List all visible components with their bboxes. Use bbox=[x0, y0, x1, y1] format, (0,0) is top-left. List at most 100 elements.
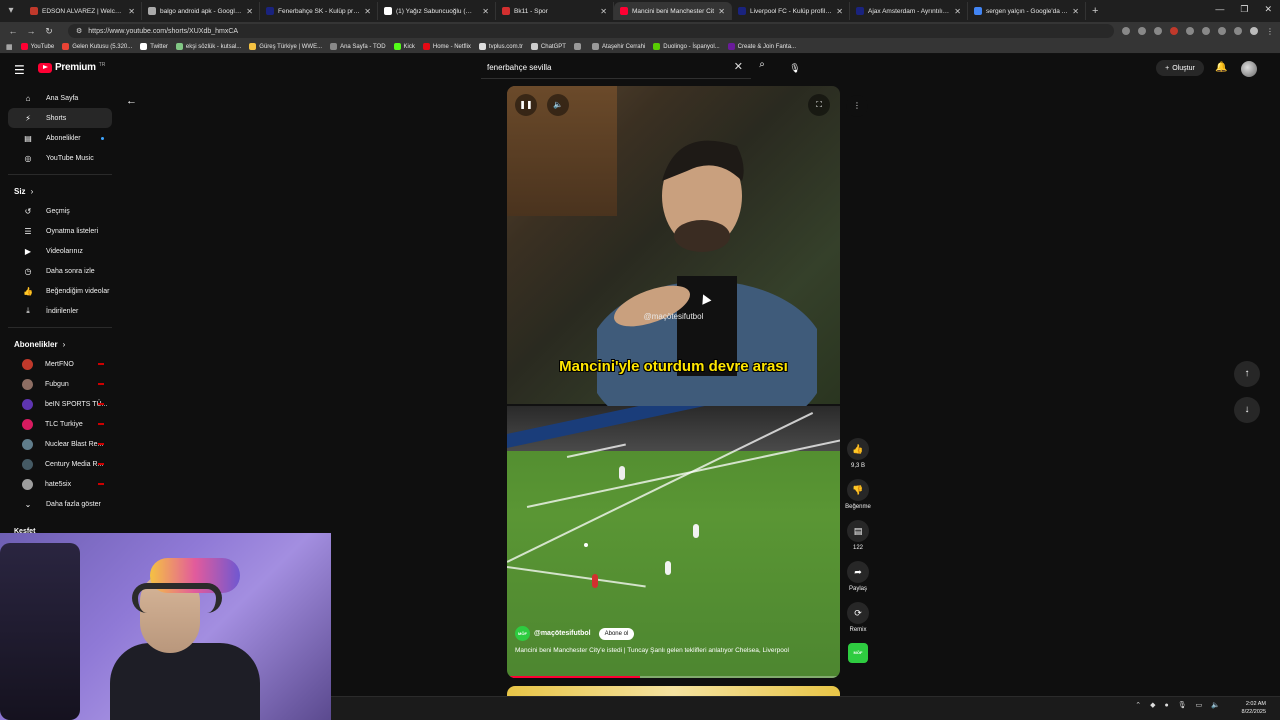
bookmark-item[interactable]: ChatGPT bbox=[530, 43, 566, 50]
bookmark-item[interactable]: Create & Join Fanta... bbox=[727, 43, 796, 50]
sidebar-item-you[interactable]: ⤓ İndirilenler bbox=[8, 301, 112, 321]
audio-source-thumbnail[interactable]: MÖF bbox=[848, 643, 868, 663]
create-button[interactable]: + Oluştur bbox=[1156, 60, 1204, 76]
extension-icon[interactable] bbox=[1218, 27, 1226, 35]
extension-icon[interactable] bbox=[1202, 27, 1210, 35]
browser-tab[interactable]: Ajax Amsterdam - Ayrıntılı kadro ✕ bbox=[850, 2, 968, 20]
close-tab-icon[interactable]: ✕ bbox=[954, 7, 961, 16]
fullscreen-button[interactable]: ⛶ bbox=[808, 94, 830, 116]
close-tab-icon[interactable]: ✕ bbox=[600, 7, 607, 16]
browser-tab[interactable]: Mancini beni Manchester Cit ✕ bbox=[614, 2, 732, 20]
browser-tab[interactable]: EDSON ALVAREZ | Welcome To F ✕ bbox=[24, 2, 142, 20]
maximize-icon[interactable]: ❐ bbox=[1240, 4, 1248, 15]
like-button[interactable]: 👍 9,3 B bbox=[842, 438, 874, 471]
browser-tab[interactable]: balgo android apk - Google'da A ✕ bbox=[142, 2, 260, 20]
comments-button[interactable]: ▤ 122 bbox=[842, 520, 874, 553]
subscribe-button[interactable]: Abone ol bbox=[598, 627, 635, 640]
short-title[interactable]: Mancini beni Manchester City'e istedi | … bbox=[515, 646, 795, 656]
more-options-icon[interactable]: ⋮ bbox=[846, 95, 868, 117]
bookmark-item[interactable]: ekşi sözlük - kutsal... bbox=[175, 43, 241, 50]
remix-button[interactable]: ⟳ Remix bbox=[842, 602, 874, 635]
channel-name[interactable]: @maçötesifutbol bbox=[534, 630, 591, 637]
clock[interactable]: 2:02 AM 8/22/2025 bbox=[1242, 700, 1266, 716]
close-tab-icon[interactable]: ✕ bbox=[482, 7, 489, 16]
next-short-button[interactable]: ↓ bbox=[1234, 397, 1260, 423]
sidebar-item-subscription[interactable]: beIN SPORTS TÜ... bbox=[8, 394, 112, 414]
search-input[interactable]: fenerbahçe sevilla ✕ bbox=[481, 57, 751, 79]
browser-tab[interactable]: Liverpool FC - Kulüp profili 17/18✕ bbox=[732, 2, 850, 20]
close-tab-icon[interactable]: ✕ bbox=[718, 7, 725, 16]
dislike-button[interactable]: 👎 Beğenme bbox=[842, 479, 874, 512]
sidebar-item-subscription[interactable]: MertFNO bbox=[8, 354, 112, 374]
close-tab-icon[interactable]: ✕ bbox=[364, 7, 371, 16]
extension-icon[interactable] bbox=[1138, 27, 1146, 35]
next-short-peek[interactable] bbox=[507, 686, 840, 696]
sidebar-item-subscription[interactable]: Nuclear Blast Re... bbox=[8, 434, 112, 454]
new-tab-button[interactable]: + bbox=[1092, 5, 1098, 17]
close-window-icon[interactable]: ✕ bbox=[1264, 4, 1272, 15]
browser-tab[interactable]: Fenerbahçe SK - Kulüp profili | Tra✕ bbox=[260, 2, 378, 20]
sidebar-item-subscription[interactable]: hate5six bbox=[8, 474, 112, 494]
forward-icon[interactable]: → bbox=[24, 26, 38, 36]
sidebar-item-you[interactable]: ☰ Oynatma listeleri bbox=[8, 221, 112, 241]
volume-button[interactable]: 🔈 bbox=[547, 94, 569, 116]
search-icon[interactable]: ⌕ bbox=[752, 59, 772, 77]
bookmark-item[interactable]: Twitter bbox=[140, 43, 168, 50]
network-icon[interactable]: ▭ bbox=[1196, 701, 1203, 709]
sidebar-item-subscription[interactable]: Century Media R... bbox=[8, 454, 112, 474]
close-tab-icon[interactable]: ✕ bbox=[1072, 7, 1079, 16]
pause-button[interactable]: ❚❚ bbox=[515, 94, 537, 116]
microphone-icon[interactable]: 🎙 bbox=[1178, 701, 1187, 709]
sidebar-item-ana-sayfa[interactable]: ⌂ Ana Sayfa bbox=[8, 88, 112, 108]
back-icon[interactable]: ← bbox=[6, 26, 20, 36]
bookmark-item[interactable]: tvplus.com.tr bbox=[478, 43, 523, 50]
sidebar-item-abonelikler[interactable]: ▤ Abonelikler bbox=[8, 128, 112, 148]
sidebar-item-subscription[interactable]: Fubgun bbox=[8, 374, 112, 394]
sidebar-item-you[interactable]: ↺ Geçmiş bbox=[8, 201, 112, 221]
clear-search-icon[interactable]: ✕ bbox=[734, 60, 743, 73]
bookmark-item[interactable]: Kick bbox=[393, 43, 415, 50]
browser-tab[interactable]: (1) Yağız Sabuncuoğlu (@yegosa✕ bbox=[378, 2, 496, 20]
bookmark-item[interactable]: Duolingo - İspanyol... bbox=[653, 43, 720, 50]
volume-icon[interactable]: 🔈 bbox=[1211, 701, 1220, 709]
bookmark-item[interactable] bbox=[573, 43, 584, 50]
youtube-logo[interactable]: Premium TR bbox=[38, 62, 105, 73]
close-tab-icon[interactable]: ✕ bbox=[128, 7, 135, 16]
shorts-player[interactable]: ❚❚ 🔈 ⛶ @maçötesifutbol Mancini'yle oturd… bbox=[507, 86, 840, 678]
browser-tab[interactable]: sergen yalçın - Google'da Ara ✕ bbox=[968, 2, 1086, 20]
url-field[interactable]: ⚙ https://www.youtube.com/shorts/XUXdb_h… bbox=[68, 24, 1114, 38]
extension-icon[interactable] bbox=[1234, 27, 1242, 35]
sidebar-item-shorts[interactable]: ⚡ Shorts bbox=[8, 108, 112, 128]
sidebar-item-you[interactable]: ◷ Daha sonra izle bbox=[8, 261, 112, 281]
notifications-icon[interactable]: 🔔 bbox=[1215, 62, 1227, 73]
subscriptions-section-title[interactable]: Abonelikler › bbox=[0, 334, 120, 354]
reload-icon[interactable]: ↻ bbox=[42, 26, 56, 37]
site-info-icon[interactable]: ⚙ bbox=[76, 27, 82, 35]
menu-icon[interactable]: ☰ bbox=[14, 63, 25, 77]
profile-icon[interactable] bbox=[1250, 27, 1258, 35]
bookmark-item[interactable]: Ana Sayfa - TOD bbox=[330, 43, 386, 50]
you-section-title[interactable]: Siz › bbox=[0, 181, 120, 201]
extension-icon[interactable] bbox=[1186, 27, 1194, 35]
channel-avatar[interactable]: MÖF bbox=[515, 626, 530, 641]
bookmark-item[interactable]: Güreş Türkiye | WWE... bbox=[249, 43, 322, 50]
star-icon[interactable] bbox=[1154, 27, 1162, 35]
chevron-up-icon[interactable]: ⌃ bbox=[1135, 701, 1141, 709]
bookmark-item[interactable]: Ataşehir Cerrahi bbox=[591, 43, 645, 50]
previous-short-button[interactable]: ↑ bbox=[1234, 361, 1260, 387]
bookmark-item[interactable]: YouTube bbox=[20, 43, 54, 50]
microphone-icon[interactable]: 🎙 bbox=[786, 59, 804, 77]
extension-icon[interactable] bbox=[1170, 27, 1178, 35]
back-arrow-icon[interactable]: ← bbox=[126, 95, 137, 107]
sidebar-item-you[interactable]: 👍 Beğendiğim videolar bbox=[8, 281, 112, 301]
close-tab-icon[interactable]: ✕ bbox=[246, 7, 253, 16]
minimize-icon[interactable]: — bbox=[1215, 4, 1224, 15]
browser-tab[interactable]: Bk11 - Spor ✕ bbox=[496, 2, 614, 20]
progress-bar[interactable] bbox=[507, 676, 840, 678]
apps-icon[interactable]: ▦ bbox=[6, 43, 13, 51]
bookmark-item[interactable]: Gelen Kutusu (5.320... bbox=[62, 43, 132, 50]
avatar[interactable] bbox=[1241, 61, 1257, 77]
menu-dots-icon[interactable]: ⋮ bbox=[1266, 27, 1274, 36]
app-tray-icon[interactable]: ● bbox=[1165, 702, 1169, 709]
sidebar-item-youtube-music[interactable]: ◎ YouTube Music bbox=[8, 148, 112, 168]
